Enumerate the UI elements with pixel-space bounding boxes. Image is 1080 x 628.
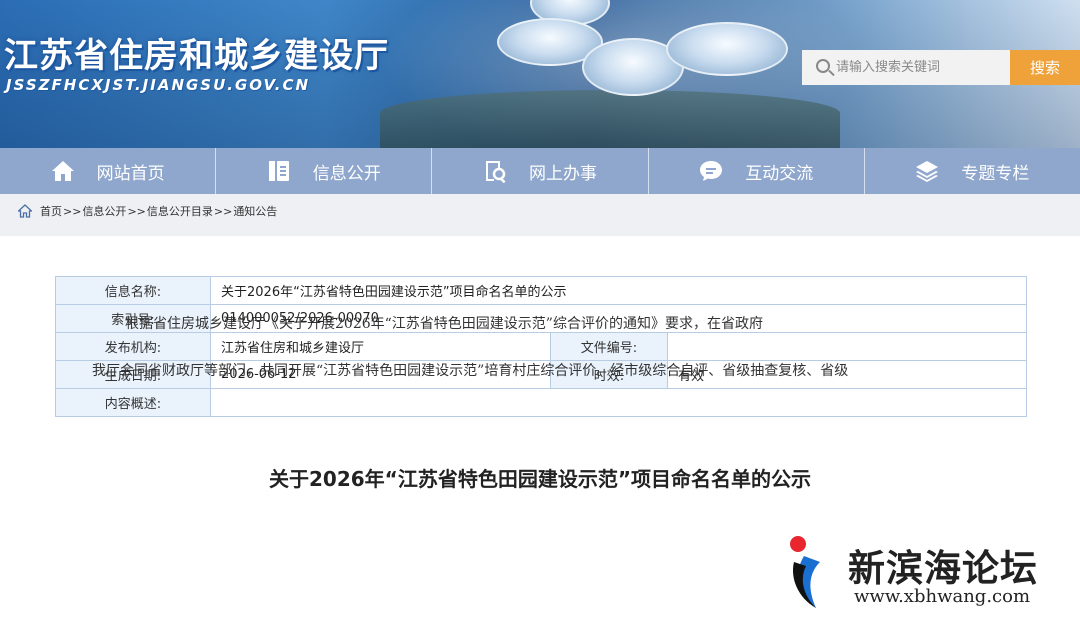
nav-item-info-open[interactable]: 信息公开: [216, 148, 433, 194]
site-title: 江苏省住房和城乡建设厅: [4, 36, 389, 76]
search-input[interactable]: [836, 51, 1006, 84]
publisher-label: 发布机构:: [55, 332, 211, 361]
nav-item-interaction[interactable]: 互动交流: [649, 148, 865, 194]
breadcrumb-info-catalog[interactable]: 信息公开目录: [147, 203, 213, 219]
document-icon: [267, 159, 291, 183]
nav-item-special-topics[interactable]: 专题专栏: [865, 148, 1080, 194]
watermark-title: 新滨海论坛: [848, 547, 1038, 590]
publisher-value: 江苏省住房和城乡建设厅: [210, 332, 551, 361]
nav-item-label: 互动交流: [745, 163, 814, 184]
banner-dome-4: [666, 22, 788, 76]
summary-label: 内容概述:: [55, 388, 211, 417]
summary-value: [210, 388, 1027, 417]
layers-icon: [915, 159, 939, 183]
nav-item-online-service[interactable]: 网上办事: [432, 148, 649, 194]
nav-item-label: 网上办事: [529, 163, 597, 184]
doc-number-label: 文件编号:: [550, 332, 668, 361]
article-paragraph-2: 我厅会同省财政厅等部门，共同开展“江苏省特色田园建设示范”培育村庄综合评价。经市…: [92, 363, 849, 379]
home-icon: [51, 159, 75, 183]
search-icon: [802, 50, 836, 85]
nav-item-label: 专题专栏: [961, 163, 1030, 184]
breadcrumb: 首页 >> 信息公开 >> 信息公开目录 >> 通知公告: [0, 194, 1080, 228]
main-nav: 网站首页 信息公开 网上办事 互动交流 专题专栏: [0, 148, 1080, 194]
site-domain: JSSZFHCXJST.JIANGSU.GOV.CN: [6, 76, 311, 94]
table-row: 发布机构: 江苏省住房和城乡建设厅 文件编号:: [55, 332, 1027, 361]
header-banner: 江苏省住房和城乡建设厅 JSSZFHCXJST.JIANGSU.GOV.CN 搜…: [0, 0, 1080, 148]
search-document-icon: [483, 159, 507, 183]
doc-number-value: [667, 332, 1027, 361]
info-name-label: 信息名称:: [55, 276, 211, 305]
chat-icon: [699, 159, 723, 183]
info-name-value: 关于2026年“江苏省特色田园建设示范”项目命名名单的公示: [210, 276, 1027, 305]
nav-item-label: 网站首页: [96, 163, 165, 184]
banner-landscape: [380, 90, 840, 148]
info-meta-table: 信息名称: 关于2026年“江苏省特色田园建设示范”项目命名名单的公示 索引号:…: [55, 276, 1027, 417]
watermark-url: www.xbhwang.com: [854, 586, 1031, 607]
table-row: 内容概述:: [55, 388, 1027, 417]
breadcrumb-home[interactable]: 首页: [40, 203, 62, 219]
home-icon: [18, 204, 32, 218]
search-box: [802, 50, 1010, 85]
breadcrumb-separator: >>: [127, 204, 146, 218]
nav-item-label: 信息公开: [312, 163, 381, 184]
breadcrumb-info-open[interactable]: 信息公开: [82, 203, 126, 219]
watermark: 新滨海论坛 www.xbhwang.com: [786, 528, 1080, 628]
search-button[interactable]: 搜索: [1010, 50, 1080, 85]
breadcrumb-separator: >>: [213, 204, 233, 218]
breadcrumb-notices[interactable]: 通知公告: [233, 203, 277, 219]
article-paragraph-1: 根据省住房城乡建设厅《关于开展2026年“江苏省特色田园建设示范”综合评价的通知…: [125, 316, 763, 332]
watermark-logo-icon: [790, 536, 820, 608]
table-row: 信息名称: 关于2026年“江苏省特色田园建设示范”项目命名名单的公示: [55, 276, 1027, 305]
article-title: 关于2026年“江苏省特色田园建设示范”项目命名名单的公示: [269, 467, 811, 491]
breadcrumb-separator: >>: [63, 204, 82, 218]
nav-item-home[interactable]: 网站首页: [0, 148, 217, 194]
